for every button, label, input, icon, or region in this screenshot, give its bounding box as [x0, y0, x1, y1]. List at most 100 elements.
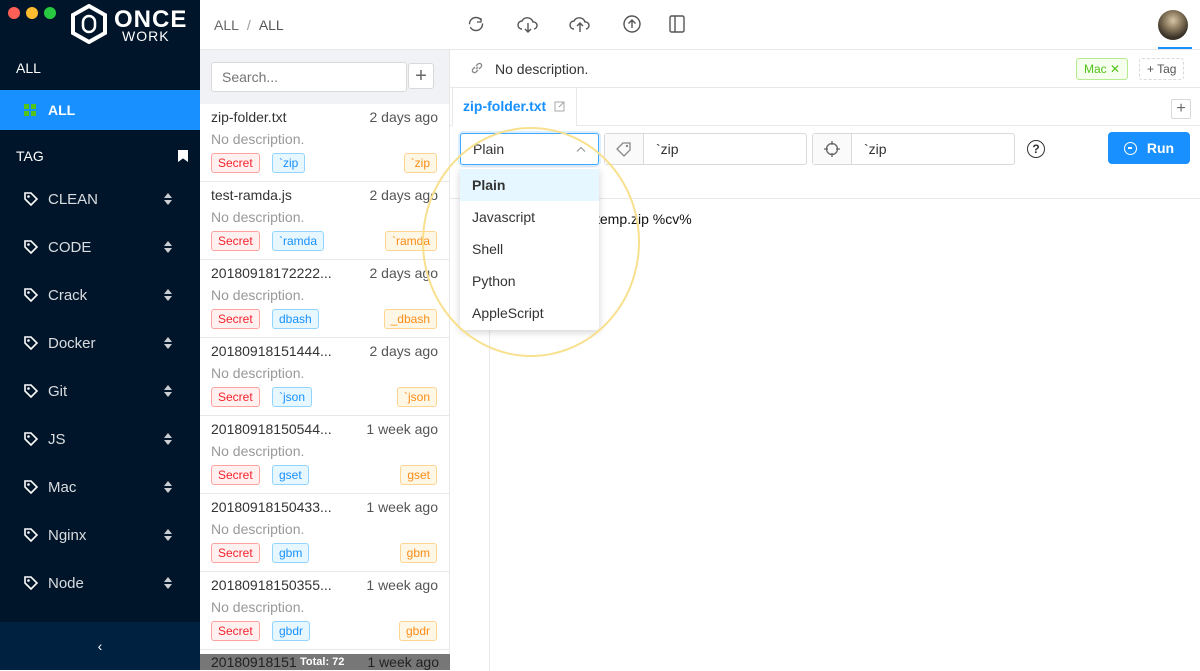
language-badge: `ramda	[384, 231, 437, 251]
snippet-name: 20180918150433...	[211, 499, 332, 515]
chevron-left-icon: ‹	[97, 638, 103, 654]
code-line[interactable]: temp.zip %cv%	[596, 211, 692, 227]
sort-icon[interactable]	[164, 337, 172, 349]
file-tabs: zip-folder.txt +	[450, 88, 1200, 126]
list-item[interactable]: 20180918150355... 1 week ago No descript…	[200, 572, 449, 650]
tag-badge: gbm	[272, 543, 310, 563]
list-item[interactable]: 20180918172222... 2 days ago No descript…	[200, 260, 449, 338]
sidebar-collapse-button[interactable]: ‹	[0, 622, 200, 670]
sort-icon[interactable]	[164, 385, 172, 397]
tag-chip-mac[interactable]: Mac ✕	[1076, 58, 1129, 80]
sidebar-tag-label: Docker	[48, 334, 96, 352]
sidebar-item-tag[interactable]: Node	[0, 559, 200, 607]
sort-icon[interactable]	[164, 193, 172, 205]
cloud-download-icon[interactable]	[516, 14, 540, 34]
tag-list: CLEAN CODE Crack Docker Git JS Mac Nginx…	[0, 175, 200, 607]
tag-icon	[24, 384, 38, 398]
snippet-name: 20180918150544...	[211, 421, 332, 437]
sidebar-item-tag[interactable]: Nginx	[0, 511, 200, 559]
sort-icon[interactable]	[164, 289, 172, 301]
sort-icon[interactable]	[164, 577, 172, 589]
sidebar: ONCE WORK ALL ALL TAG CLEAN CODE Crack D…	[0, 0, 200, 670]
dropdown-option-javascript[interactable]: Javascript	[460, 201, 599, 233]
sidebar-tag-label: Mac	[48, 478, 77, 496]
help-icon[interactable]: ?	[1027, 140, 1045, 158]
snippet-list-panel: + zip-folder.txt 2 days ago No descripti…	[200, 50, 450, 670]
all-section-header: ALL	[16, 60, 41, 76]
sidebar-item-tag[interactable]: JS	[0, 415, 200, 463]
add-tag-button[interactable]: + Tag	[1139, 58, 1185, 80]
dropdown-option-shell[interactable]: Shell	[460, 233, 599, 265]
sort-icon[interactable]	[164, 529, 172, 541]
add-snippet-button[interactable]: +	[408, 63, 434, 89]
window-maximize-button[interactable]	[44, 7, 56, 19]
sidebar-item-tag[interactable]: Crack	[0, 271, 200, 319]
tag-icon	[616, 142, 631, 157]
dropdown-option-applescript[interactable]: AppleScript	[460, 297, 599, 329]
sidebar-tag-label: JS	[48, 430, 66, 448]
list-item[interactable]: 20180918150433... 1 week ago No descript…	[200, 494, 449, 572]
sort-icon[interactable]	[164, 433, 172, 445]
sidebar-item-tag[interactable]: Mac	[0, 463, 200, 511]
sidebar-item-tag[interactable]: Git	[0, 367, 200, 415]
snippet-description: No description.	[211, 521, 305, 537]
snippet-description: No description.	[211, 365, 305, 381]
dropdown-option-plain[interactable]: Plain	[460, 169, 599, 201]
edit-icon[interactable]	[554, 100, 566, 112]
breadcrumb-current: ALL	[258, 17, 284, 33]
language-select[interactable]: Plain	[460, 133, 599, 165]
list-item[interactable]: 20180918151444... 2 days ago No descript…	[200, 338, 449, 416]
bookmark-icon[interactable]	[178, 150, 188, 162]
breadcrumb-root[interactable]: ALL	[214, 17, 239, 33]
sidebar-item-tag[interactable]: CLEAN	[0, 175, 200, 223]
sort-icon[interactable]	[164, 481, 172, 493]
window-close-button[interactable]	[8, 7, 20, 19]
run-button[interactable]: Run	[1108, 132, 1190, 164]
target-icon	[824, 141, 840, 157]
avatar[interactable]	[1158, 10, 1188, 40]
app-logo: ONCE WORK	[70, 4, 190, 44]
snippet-description: No description.	[211, 131, 305, 147]
snippet-description[interactable]: No description.	[495, 61, 588, 77]
logo-hex-icon	[71, 4, 107, 44]
snippet-date: 2 days ago	[369, 343, 439, 359]
sidebar-tag-label: Nginx	[48, 526, 87, 544]
snippet-name: test-ramda.js	[211, 187, 292, 203]
dropdown-option-python[interactable]: Python	[460, 265, 599, 297]
tag-badge: `json	[272, 387, 313, 407]
list-item[interactable]: zip-folder.txt 2 days ago No description…	[200, 104, 449, 182]
list-item[interactable]: test-ramda.js 2 days ago No description.…	[200, 182, 449, 260]
sidebar-item-tag[interactable]: Docker	[0, 319, 200, 367]
add-file-button[interactable]: +	[1171, 99, 1191, 119]
upload-circle-icon[interactable]	[622, 14, 642, 34]
book-icon[interactable]	[667, 14, 687, 34]
list-item[interactable]: 20180918150544... 1 week ago No descript…	[200, 416, 449, 494]
tag-icon	[24, 480, 38, 494]
snippet-date: 2 days ago	[369, 265, 439, 281]
snippet-date: 1 week ago	[366, 499, 438, 515]
language-select-value: Plain	[473, 141, 505, 157]
tag-badge: `zip	[272, 153, 306, 173]
snippet-name: 20180918172222...	[211, 265, 332, 281]
sort-icon[interactable]	[164, 241, 172, 253]
sidebar-tag-label: CLEAN	[48, 190, 99, 208]
tag-icon	[24, 288, 38, 302]
tag-badge: `ramda	[272, 231, 325, 251]
sidebar-item-all[interactable]: ALL	[0, 90, 200, 130]
language-badge: _dbash	[383, 309, 437, 329]
description-bar: No description. Mac ✕ + Tag	[450, 50, 1200, 88]
secret-badge: Secret	[211, 465, 260, 485]
args-addon	[605, 134, 644, 164]
sidebar-item-tag[interactable]: CODE	[0, 223, 200, 271]
window-minimize-button[interactable]	[26, 7, 38, 19]
args-input[interactable]: `zip	[644, 134, 679, 164]
file-tab-label: zip-folder.txt	[463, 98, 547, 114]
search-input[interactable]	[211, 62, 407, 92]
list-item-partial[interactable]: 20180918151 1 week ago Total: 72	[200, 654, 450, 670]
snippet-description: No description.	[211, 599, 305, 615]
cloud-upload-icon[interactable]	[568, 14, 592, 34]
tab-file[interactable]: zip-folder.txt	[452, 88, 578, 126]
chevron-up-icon	[576, 146, 586, 152]
cwd-input[interactable]: `zip	[852, 134, 887, 164]
sync-icon[interactable]	[466, 14, 486, 34]
